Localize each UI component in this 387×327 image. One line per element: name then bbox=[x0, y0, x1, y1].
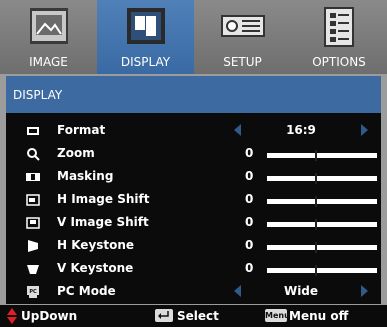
row-v-keystone[interactable]: V Keystone 0 bbox=[6, 258, 381, 281]
footer-select: Select bbox=[177, 309, 219, 323]
v-image-shift-value: 0 bbox=[245, 215, 254, 229]
tab-image-label: IMAGE bbox=[29, 55, 68, 69]
pc-mode-value: Wide bbox=[283, 284, 319, 298]
row-pc-mode[interactable]: PC PC Mode Wide bbox=[6, 281, 381, 304]
row-label: H Keystone bbox=[57, 238, 135, 252]
tab-image[interactable]: IMAGE bbox=[0, 0, 97, 74]
row-label: Format bbox=[57, 123, 106, 137]
h-keystone-icon bbox=[28, 240, 38, 252]
v-keystone-value: 0 bbox=[245, 261, 254, 275]
arrow-right-icon[interactable] bbox=[361, 285, 368, 297]
row-label: V Keystone bbox=[57, 261, 134, 275]
format-icon bbox=[27, 127, 39, 135]
tab-display[interactable]: DISPLAY bbox=[97, 0, 194, 74]
h-keystone-value: 0 bbox=[245, 238, 254, 252]
display-icon bbox=[126, 8, 165, 44]
menu-key-label: Menu bbox=[265, 311, 290, 320]
osd-menu: IMAGE DISPLAY SETUP OPTIONS DISPLAY Form… bbox=[0, 0, 387, 327]
slider-thumb[interactable] bbox=[315, 242, 317, 253]
slider-thumb[interactable] bbox=[315, 265, 317, 276]
panel-title: DISPLAY bbox=[6, 76, 381, 113]
row-label: Zoom bbox=[57, 146, 95, 160]
row-v-image-shift[interactable]: V Image Shift 0 bbox=[6, 212, 381, 235]
zoom-value: 0 bbox=[245, 146, 254, 160]
v-keystone-slider[interactable] bbox=[267, 265, 377, 276]
masking-icon bbox=[26, 173, 40, 181]
v-keystone-icon bbox=[27, 265, 39, 274]
pc-mode-icon: PC bbox=[27, 286, 39, 298]
enter-key-icon bbox=[155, 309, 173, 322]
arrow-right-icon[interactable] bbox=[361, 124, 368, 136]
updown-arrows-icon bbox=[7, 308, 17, 324]
row-label: PC Mode bbox=[57, 284, 116, 298]
options-icon bbox=[324, 7, 354, 47]
h-image-shift-slider[interactable] bbox=[267, 196, 377, 207]
row-h-keystone[interactable]: H Keystone 0 bbox=[6, 235, 381, 258]
arrow-left-icon[interactable] bbox=[234, 124, 241, 136]
slider-thumb[interactable] bbox=[315, 196, 317, 207]
tab-options[interactable]: OPTIONS bbox=[291, 0, 387, 74]
masking-value: 0 bbox=[245, 169, 254, 183]
arrow-left-icon[interactable] bbox=[234, 285, 241, 297]
tab-bar: IMAGE DISPLAY SETUP OPTIONS bbox=[0, 0, 387, 74]
setup-icon bbox=[220, 15, 265, 37]
h-image-shift-value: 0 bbox=[245, 192, 254, 206]
slider-thumb[interactable] bbox=[315, 150, 317, 161]
v-image-shift-slider[interactable] bbox=[267, 219, 377, 230]
footer-updown: UpDown bbox=[21, 309, 78, 323]
h-keystone-slider[interactable] bbox=[267, 242, 377, 253]
row-format[interactable]: Format 16:9 bbox=[6, 120, 381, 143]
image-icon bbox=[29, 8, 68, 44]
footer-menu-off: Menu off bbox=[289, 309, 349, 323]
zoom-icon bbox=[27, 148, 40, 161]
tab-setup-label: SETUP bbox=[223, 55, 262, 69]
row-masking[interactable]: Masking 0 bbox=[6, 166, 381, 189]
svg-text:PC: PC bbox=[29, 289, 37, 295]
format-value: 16:9 bbox=[286, 123, 316, 137]
tab-setup[interactable]: SETUP bbox=[194, 0, 291, 74]
row-label: H Image Shift bbox=[57, 192, 150, 206]
tab-options-label: OPTIONS bbox=[312, 55, 366, 69]
masking-slider[interactable] bbox=[267, 173, 377, 184]
panel-title-text: DISPLAY bbox=[13, 88, 63, 102]
menu-key-icon: Menu bbox=[265, 309, 290, 322]
footer-bar: UpDown Select Menu Menu off bbox=[0, 305, 387, 327]
row-label: Masking bbox=[57, 169, 114, 183]
h-image-shift-icon bbox=[26, 194, 40, 206]
display-panel: DISPLAY Format 16:9 Zoom 0 Masking 0 H I… bbox=[6, 76, 381, 304]
tab-display-label: DISPLAY bbox=[120, 55, 171, 69]
slider-thumb[interactable] bbox=[315, 219, 317, 230]
row-label: V Image Shift bbox=[57, 215, 149, 229]
row-zoom[interactable]: Zoom 0 bbox=[6, 143, 381, 166]
slider-thumb[interactable] bbox=[315, 173, 317, 184]
zoom-slider[interactable] bbox=[267, 150, 377, 161]
row-h-image-shift[interactable]: H Image Shift 0 bbox=[6, 189, 381, 212]
v-image-shift-icon bbox=[26, 217, 40, 229]
